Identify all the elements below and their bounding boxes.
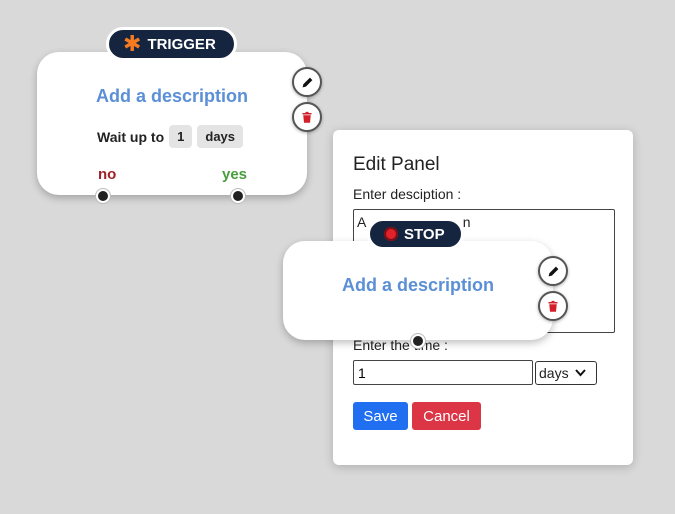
unit-select[interactable]: days xyxy=(535,361,597,385)
stop-delete-button[interactable] xyxy=(538,291,568,321)
pencil-icon xyxy=(302,77,312,87)
chevron-down-icon xyxy=(574,369,586,377)
trash-icon xyxy=(302,111,312,123)
trash-icon xyxy=(548,300,558,312)
outlet-no-label: no xyxy=(98,166,117,183)
trigger-delete-button[interactable] xyxy=(292,102,322,132)
stop-badge: STOP xyxy=(367,218,464,250)
stop-edit-button[interactable] xyxy=(538,256,568,286)
edit-panel-title: Edit Panel xyxy=(353,154,440,175)
wait-value-chip[interactable]: 1 xyxy=(169,125,193,148)
cancel-button[interactable]: Cancel xyxy=(412,402,481,430)
wait-prefix: Wait up to xyxy=(97,128,165,145)
stop-dot-icon xyxy=(384,227,398,241)
save-button[interactable]: Save xyxy=(353,402,408,430)
outlet-yes-label: yes xyxy=(222,166,248,183)
stop-description[interactable]: Add a description xyxy=(283,275,553,296)
trigger-node[interactable]: Add a description Wait up to 1 days no y… xyxy=(37,52,307,195)
trigger-badge-label: TRIGGER xyxy=(147,35,216,53)
description-label: Enter desciption : xyxy=(353,186,462,202)
asterisk-icon: ✱ xyxy=(123,31,142,56)
unit-selected-value: days xyxy=(539,365,569,381)
trigger-edit-button[interactable] xyxy=(292,67,322,97)
pencil-icon xyxy=(548,266,558,276)
wait-row: Wait up to 1 days xyxy=(97,125,244,148)
stop-input-handle[interactable] xyxy=(411,334,425,348)
stop-badge-label: STOP xyxy=(404,225,445,243)
wait-unit-chip[interactable]: days xyxy=(197,125,244,148)
trigger-badge: ✱ TRIGGER xyxy=(106,27,237,61)
time-input[interactable] xyxy=(353,360,533,385)
stop-node[interactable]: Add a description xyxy=(283,241,553,340)
outlet-no-handle[interactable] xyxy=(96,189,110,203)
trigger-description[interactable]: Add a description xyxy=(37,86,307,107)
outlet-yes-handle[interactable] xyxy=(231,189,245,203)
